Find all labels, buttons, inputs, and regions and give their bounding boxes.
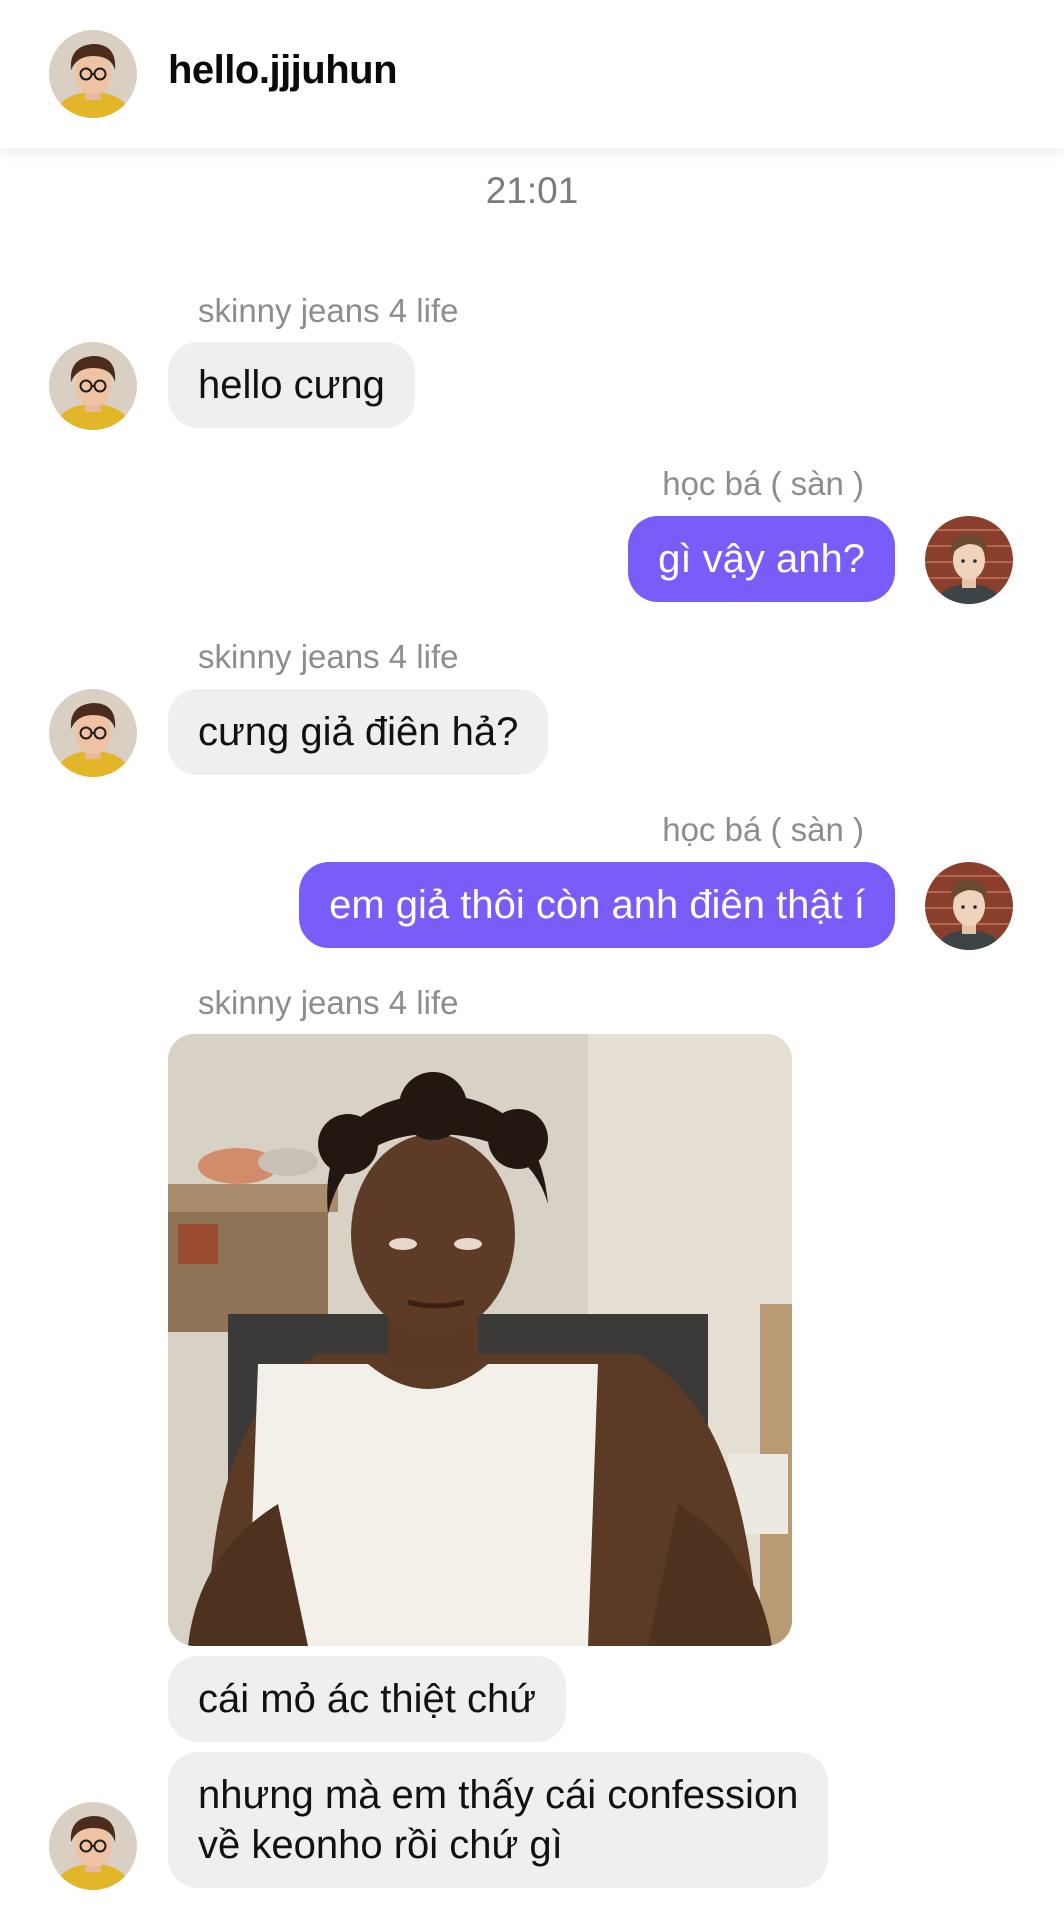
incoming-message-bubble[interactable]: cái mỏ ác thiệt chứ bbox=[168, 1656, 567, 1742]
sender-label: skinny jeans 4 life bbox=[198, 984, 459, 1021]
incoming-message-bubble[interactable]: nhưng mà em thấy cái confession về keonh… bbox=[168, 1752, 829, 1888]
message-line: nhưng mà em thấy cái confession bbox=[198, 1773, 799, 1817]
shared-photo[interactable] bbox=[168, 1034, 792, 1646]
my-avatar[interactable] bbox=[925, 516, 1013, 604]
sender-label: học bá ( sàn ) bbox=[662, 465, 864, 502]
message-timestamp: 21:01 bbox=[485, 170, 579, 211]
sender-label: skinny jeans 4 life bbox=[198, 292, 459, 329]
sender-avatar[interactable] bbox=[49, 689, 137, 777]
message-line: về keonho rồi chứ gì bbox=[198, 1823, 563, 1867]
sender-label: skinny jeans 4 life bbox=[198, 638, 459, 675]
incoming-message-bubble[interactable]: cưng giả điên hả? bbox=[168, 689, 549, 775]
chat-header: hello.jjjuhun bbox=[0, 0, 1064, 148]
sender-label: học bá ( sàn ) bbox=[662, 811, 864, 848]
contact-username[interactable]: hello.jjjuhun bbox=[168, 48, 398, 93]
incoming-message-bubble[interactable]: hello cưng bbox=[168, 342, 415, 428]
contact-avatar[interactable] bbox=[49, 30, 137, 118]
outgoing-message-bubble[interactable]: em giả thôi còn anh điên thật í bbox=[299, 862, 895, 948]
sender-avatar[interactable] bbox=[49, 342, 137, 430]
outgoing-message-bubble[interactable]: gì vậy anh? bbox=[628, 516, 895, 602]
sender-avatar[interactable] bbox=[49, 1802, 137, 1890]
my-avatar[interactable] bbox=[925, 862, 1013, 950]
